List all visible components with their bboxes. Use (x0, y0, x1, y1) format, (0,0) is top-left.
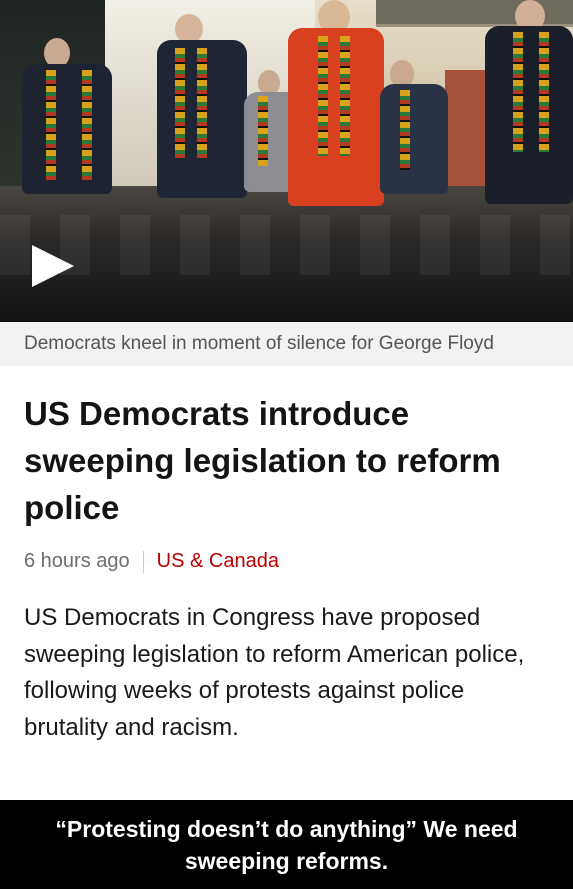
kneeling-figure (288, 0, 386, 208)
kneeling-figure (380, 60, 450, 195)
article-summary: US Democrats in Congress have proposed s… (24, 604, 525, 741)
kneeling-figure (485, 0, 573, 205)
kneeling-figure (22, 38, 117, 198)
video-player[interactable] (0, 0, 573, 322)
article-headline[interactable]: US Democrats introduce sweeping legislat… (24, 390, 554, 531)
kneeling-figure (155, 14, 250, 200)
article-timestamp: 6 hours ago (24, 550, 130, 572)
section-link[interactable]: US & Canada (157, 550, 279, 573)
video-caption: Democrats kneel in moment of silence for… (0, 322, 573, 366)
video-caption-text: Democrats kneel in moment of silence for… (24, 333, 494, 354)
article-meta: 6 hours ago US & Canada (24, 550, 279, 573)
meme-caption-text: “Protesting doesn’t do anything” We need… (55, 816, 518, 874)
meme-caption-bar: “Protesting doesn’t do anything” We need… (0, 800, 573, 889)
photo-floor-reflection (0, 215, 573, 275)
play-icon[interactable] (32, 245, 74, 287)
meta-divider (142, 550, 144, 573)
